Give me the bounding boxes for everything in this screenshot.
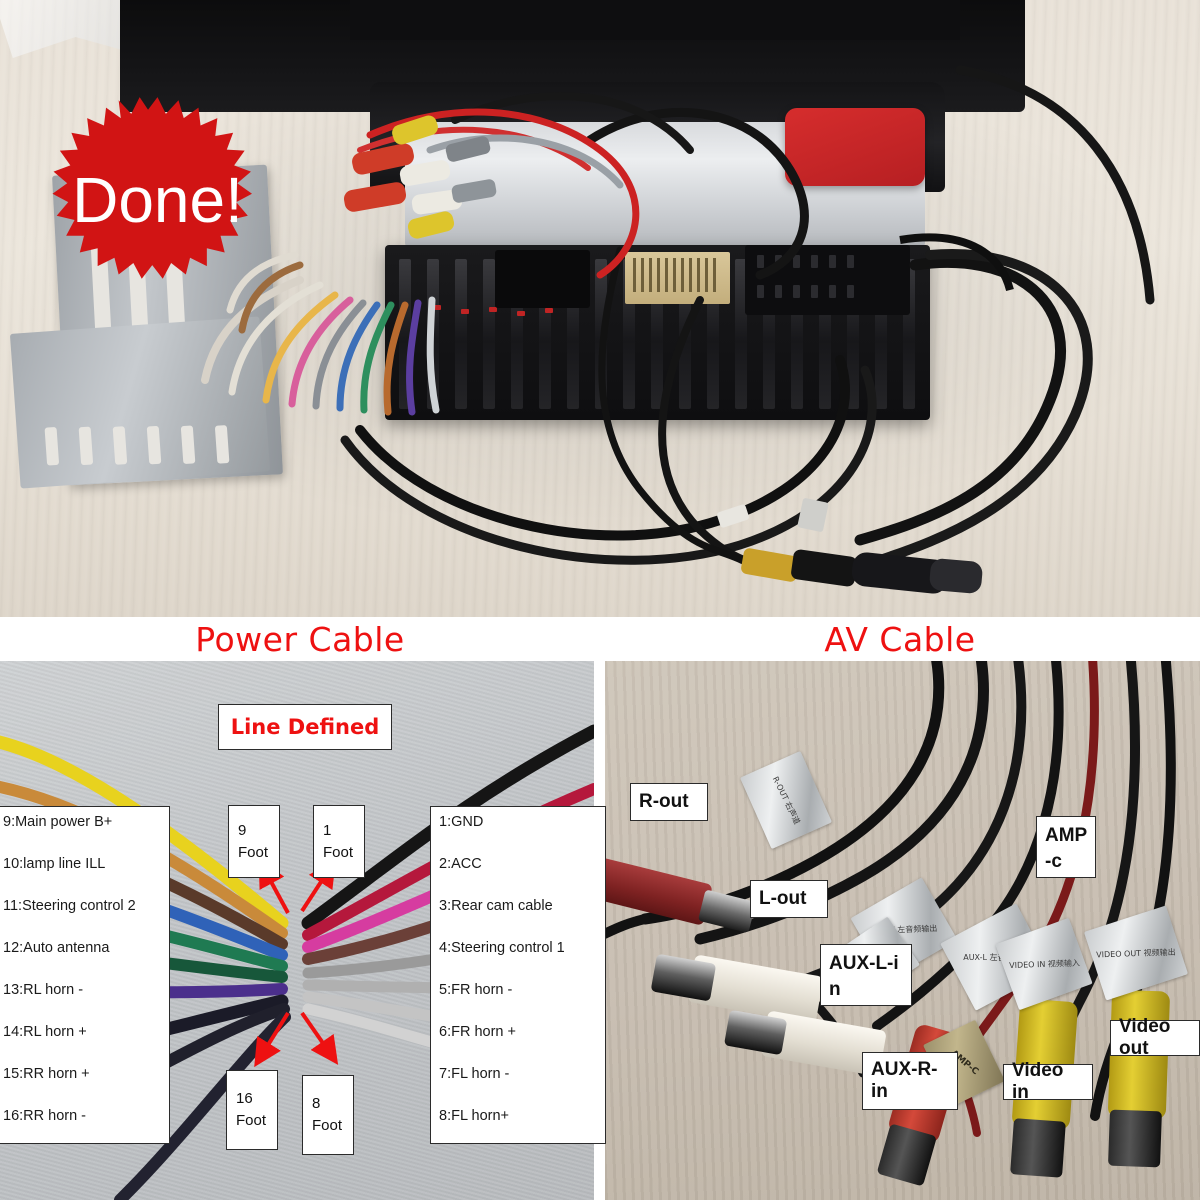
power-cable-title-cell: Power Cable bbox=[0, 617, 600, 661]
pin-row: 9:Main power B+ bbox=[3, 814, 113, 830]
power-cable-title: Power Cable bbox=[195, 619, 405, 659]
pin-callout-1[interactable]: 1 Foot bbox=[313, 805, 365, 878]
av-label-aux-l-in-line1: AUX-L-i bbox=[829, 953, 899, 974]
pin-row: 3:Rear cam cable bbox=[439, 898, 553, 914]
av-label-video-in-text: Video in bbox=[1012, 1060, 1064, 1103]
pin-row: 10:lamp line ILL bbox=[3, 856, 106, 872]
av-label-aux-r-in[interactable]: AUX-R-in bbox=[862, 1052, 958, 1110]
pin-row: 2:ACC bbox=[439, 856, 482, 872]
av-label-l-out-text: L-out bbox=[759, 888, 807, 909]
power-pin-list-right[interactable]: 1:GND 2:ACC 3:Rear cam cable 4:Steering … bbox=[430, 806, 606, 1144]
section-titles: Power Cable AV Cable bbox=[0, 617, 1200, 661]
pin-callout-9[interactable]: 9 Foot bbox=[228, 805, 280, 878]
line-defined-box[interactable]: Line Defined bbox=[218, 704, 392, 750]
pin-row: 7:FL horn - bbox=[439, 1066, 510, 1082]
screenshot-root: Done! Power Cable AV Cable Line Defined … bbox=[0, 0, 1200, 1200]
pin-row: 8:FL horn+ bbox=[439, 1108, 509, 1124]
pin-callout-16[interactable]: 16 Foot bbox=[226, 1070, 278, 1150]
head-unit-photo bbox=[0, 0, 1200, 617]
pin-row: 15:RR horn + bbox=[3, 1066, 90, 1082]
av-label-aux-r-in-text: AUX-R-in bbox=[871, 1059, 938, 1102]
pin-row: 13:RL horn - bbox=[3, 982, 84, 998]
pin-row: 1:GND bbox=[439, 814, 484, 830]
av-label-amp-c-line2: -c bbox=[1045, 850, 1062, 872]
av-label-l-out[interactable]: L-out bbox=[750, 880, 828, 918]
pin-row: 14:RL horn + bbox=[3, 1024, 87, 1040]
av-label-video-in[interactable]: Video in bbox=[1003, 1060, 1093, 1103]
av-label-aux-l-in-line2: n bbox=[829, 978, 841, 1000]
pin-callout-9-unit: Foot bbox=[238, 843, 269, 861]
pin-callout-1-unit: Foot bbox=[323, 843, 354, 861]
tape-tag-video-out-text: VIDEO OUT 视频输出 bbox=[1096, 947, 1176, 959]
line-defined-label: Line Defined bbox=[230, 715, 380, 739]
harness-wires bbox=[201, 65, 1155, 594]
pin-callout-8-number: 8 bbox=[312, 1095, 321, 1113]
av-cable-title: AV Cable bbox=[824, 619, 976, 659]
tape-tag-video-in-text: VIDEO IN 视频输入 bbox=[1008, 958, 1080, 970]
pin-row: 11:Steering control 2 bbox=[3, 898, 136, 914]
av-label-amp-c[interactable]: AMP -c bbox=[1036, 816, 1096, 878]
av-cable-title-cell: AV Cable bbox=[600, 617, 1200, 661]
tape-tag-r-out-text: R-OUT 右声道 bbox=[770, 774, 802, 826]
av-label-video-out[interactable]: Video out bbox=[1110, 1016, 1200, 1059]
pin-callout-16-number: 16 bbox=[236, 1090, 253, 1108]
pin-callout-16-unit: Foot bbox=[236, 1112, 267, 1129]
pin-callout-8[interactable]: 8 Foot bbox=[302, 1075, 354, 1155]
pin-row: 4:Steering control 1 bbox=[439, 940, 565, 956]
pin-row: 16:RR horn - bbox=[3, 1108, 87, 1124]
av-label-amp-c-line1: AMP bbox=[1045, 825, 1088, 846]
av-label-r-out[interactable]: R-out bbox=[630, 783, 708, 821]
pin-row: 5:FR horn - bbox=[439, 982, 513, 998]
av-cable-panel: R-OUT 右声道 L-OUT 左音频输出 AUX-L 左音频输入 AUX-R … bbox=[605, 661, 1200, 1200]
power-pin-list-left[interactable]: 9:Main power B+ 10:lamp line ILL 11:Stee… bbox=[0, 806, 170, 1144]
done-badge-text: Done! bbox=[72, 164, 243, 236]
pin-row: 12:Auto antenna bbox=[3, 940, 110, 956]
pin-callout-8-unit: Foot bbox=[312, 1117, 343, 1134]
av-label-video-out-text: Video out bbox=[1119, 1016, 1171, 1059]
pin-callout-9-number: 9 bbox=[238, 821, 247, 839]
pin-row: 6:FR horn + bbox=[439, 1024, 516, 1040]
av-label-aux-l-in[interactable]: AUX-L-i n bbox=[820, 944, 912, 1006]
pin-callout-1-number: 1 bbox=[323, 821, 332, 839]
done-badge: Done! bbox=[40, 95, 275, 305]
av-label-r-out-text: R-out bbox=[639, 791, 689, 812]
